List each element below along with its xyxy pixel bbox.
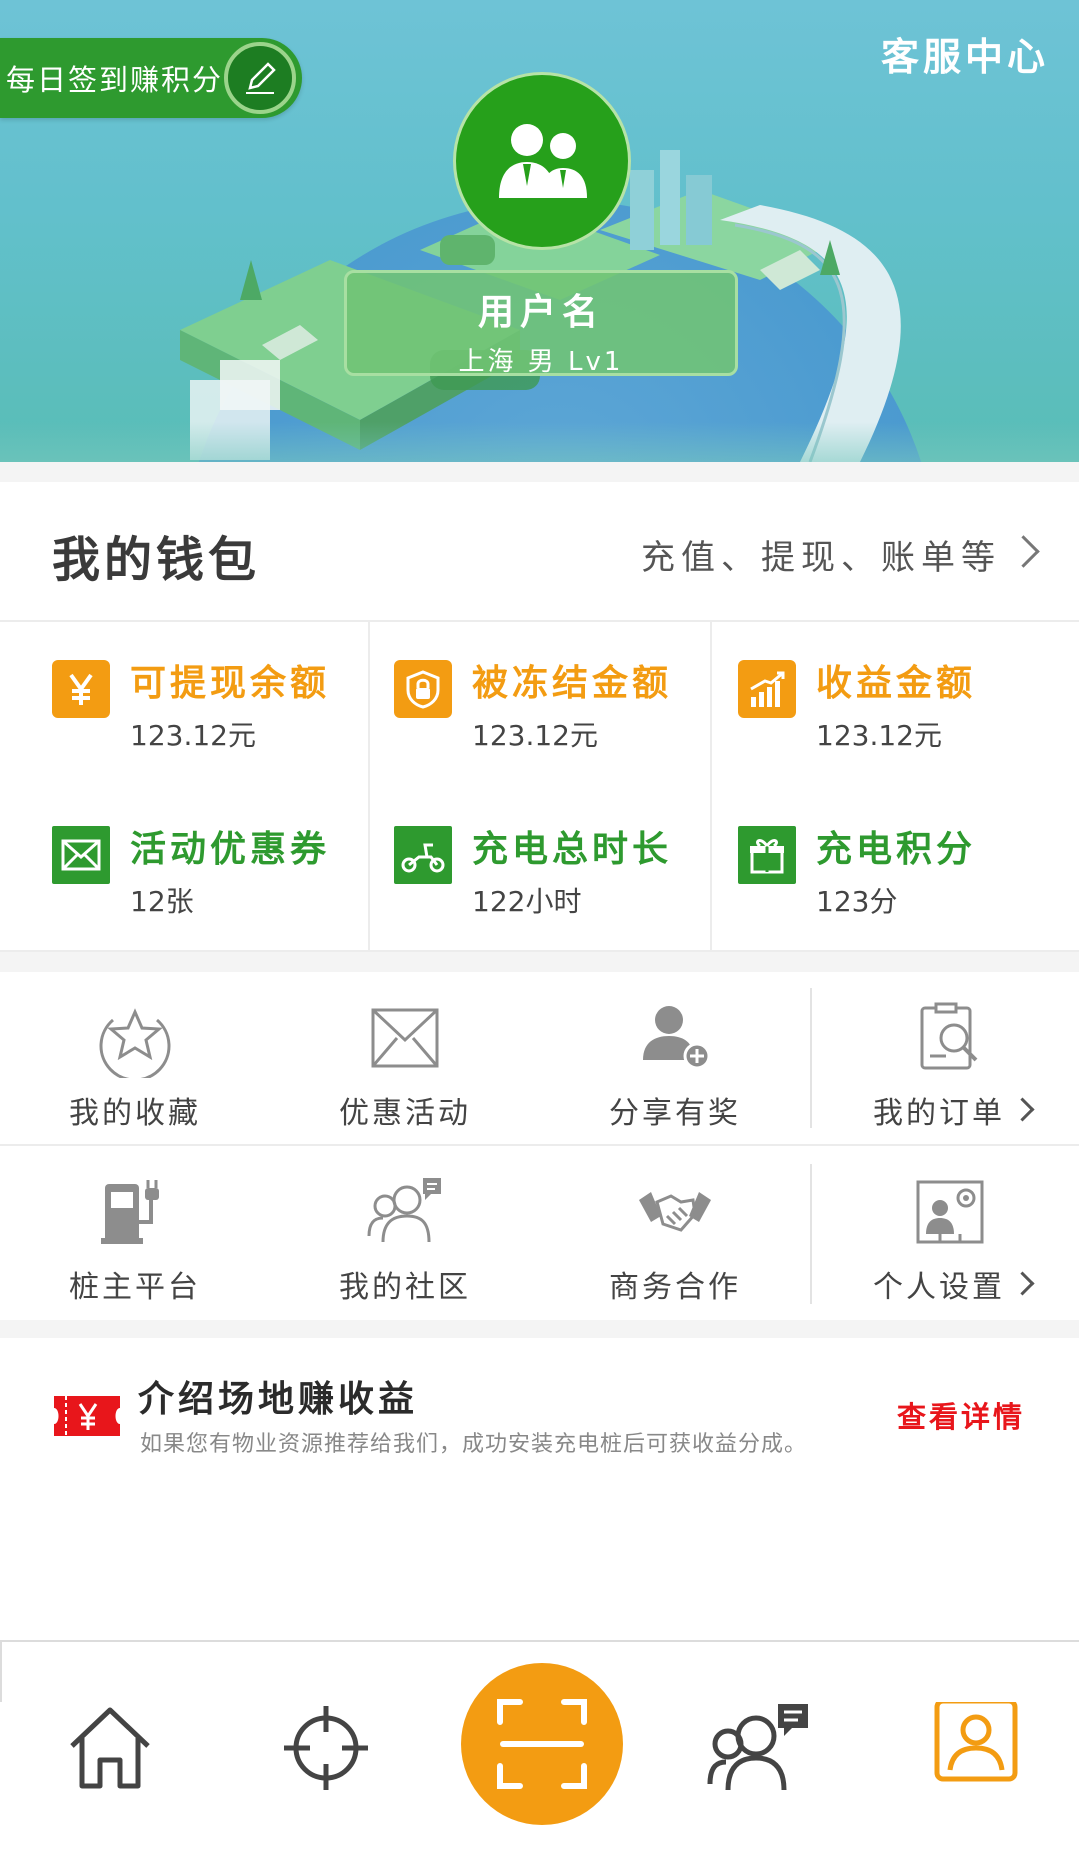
menu-my-favorites[interactable]: 我的收藏 bbox=[0, 972, 270, 1144]
divider bbox=[0, 952, 1079, 972]
scan-button[interactable] bbox=[461, 1663, 623, 1825]
view-details-link[interactable]: 查看详情 bbox=[897, 1394, 1025, 1436]
wallet-cell-coupons[interactable]: 活动优惠券 12张 bbox=[0, 788, 368, 954]
nav-locate[interactable] bbox=[276, 1698, 376, 1798]
nav-home[interactable] bbox=[60, 1698, 160, 1798]
scooter-icon bbox=[394, 826, 452, 884]
users-icon bbox=[499, 124, 587, 198]
order-search-icon bbox=[920, 1002, 978, 1070]
wallet-cell-frozen[interactable]: 被冻结金额 123.12元 bbox=[370, 622, 710, 788]
wallet-title: 我的钱包 bbox=[52, 532, 261, 588]
user-meta: 上海 男 Lv1 bbox=[458, 347, 624, 377]
wallet-cell-value: 12张 bbox=[130, 885, 194, 918]
scan-icon bbox=[497, 1699, 587, 1789]
community-icon bbox=[367, 1178, 441, 1243]
yen-icon bbox=[52, 660, 110, 718]
wallet-cell-value: 123.12元 bbox=[130, 719, 256, 752]
wallet-cell-title: 充电总时长 bbox=[472, 829, 673, 870]
home-icon bbox=[70, 1707, 150, 1789]
charging-station-icon bbox=[101, 1180, 159, 1244]
menu-share-reward[interactable]: 分享有奖 bbox=[540, 972, 810, 1144]
add-user-icon bbox=[643, 1006, 711, 1070]
wallet-actions-link[interactable]: 充值、提现、账单等 bbox=[641, 530, 1001, 579]
nav-profile[interactable] bbox=[934, 1698, 1018, 1782]
customer-service-link[interactable]: 客服中心 bbox=[881, 26, 1049, 81]
pencil-icon bbox=[224, 42, 296, 114]
checkin-label: 每日签到赚积分 bbox=[6, 63, 224, 97]
menu-label: 分享有奖 bbox=[609, 1096, 741, 1131]
wallet-cell-withdrawable[interactable]: 可提现余额 123.12元 bbox=[0, 622, 368, 788]
wallet-cell-value: 122小时 bbox=[472, 885, 582, 918]
menu-row-2: 桩主平台 我的社区 商务合作 个人设置 bbox=[0, 1146, 1079, 1322]
wallet-header[interactable]: 我的钱包 充值、提现、账单等 bbox=[0, 482, 1079, 622]
wallet-cell-earnings[interactable]: 收益金额 123.12元 bbox=[712, 622, 1079, 788]
menu-label: 优惠活动 bbox=[339, 1096, 471, 1131]
ticket-yen-icon bbox=[54, 1396, 120, 1436]
gift-icon bbox=[738, 826, 796, 884]
star-icon bbox=[99, 1008, 171, 1078]
wallet-cell-title: 收益金额 bbox=[816, 663, 977, 704]
venue-referral-banner[interactable]: 介绍场地赚收益 如果您有物业资源推荐给我们，成功安装充电桩后可获收益分成。 查看… bbox=[0, 1338, 1079, 1458]
user-name: 用户名 bbox=[477, 292, 604, 333]
user-info-card[interactable]: 用户名 上海 男 Lv1 bbox=[344, 270, 738, 377]
menu-row-1: 我的收藏 优惠活动 分享有奖 我的订单 bbox=[0, 972, 1079, 1146]
user-avatar[interactable] bbox=[453, 72, 631, 250]
wallet-cell-points[interactable]: 充电积分 123分 bbox=[712, 788, 1079, 954]
menu-label: 我的社区 bbox=[339, 1270, 471, 1305]
promo-description: 如果您有物业资源推荐给我们，成功安装充电桩后可获收益分成。 bbox=[140, 1432, 808, 1457]
envelope-icon bbox=[371, 1008, 439, 1068]
divider bbox=[0, 1320, 1079, 1338]
wallet-cell-value: 123.12元 bbox=[472, 719, 598, 752]
coupon-envelope-icon bbox=[52, 826, 110, 884]
menu-personal-settings[interactable]: 个人设置 bbox=[810, 1146, 1079, 1318]
nav-community[interactable] bbox=[706, 1698, 816, 1798]
menu-owner-platform[interactable]: 桩主平台 bbox=[0, 1146, 270, 1318]
wallet-row-2: 活动优惠券 12张 充电总时长 122小时 充电积分 123分 bbox=[0, 788, 1079, 952]
menu-my-orders[interactable]: 我的订单 bbox=[810, 972, 1079, 1144]
profile-settings-icon bbox=[916, 1180, 984, 1244]
wallet-cell-title: 被冻结金额 bbox=[472, 663, 673, 704]
wallet-cell-value: 123.12元 bbox=[816, 719, 942, 752]
menu-my-community[interactable]: 我的社区 bbox=[270, 1146, 540, 1318]
handshake-icon bbox=[639, 1192, 711, 1232]
menu-business-cooperation[interactable]: 商务合作 bbox=[540, 1146, 810, 1318]
growth-chart-icon bbox=[738, 660, 796, 718]
lock-shield-icon bbox=[394, 660, 452, 718]
wallet-cell-charge-duration[interactable]: 充电总时长 122小时 bbox=[370, 788, 710, 954]
community-icon bbox=[707, 1704, 808, 1791]
wallet-cell-title: 可提现余额 bbox=[130, 663, 331, 704]
menu-label: 桩主平台 bbox=[69, 1270, 201, 1305]
profile-header: 每日签到赚积分 客服中心 用户名 上海 男 Lv1 bbox=[0, 0, 1079, 462]
menu-promotions[interactable]: 优惠活动 bbox=[270, 972, 540, 1144]
wallet-cell-title: 活动优惠券 bbox=[130, 829, 331, 870]
daily-checkin-button[interactable]: 每日签到赚积分 bbox=[0, 38, 302, 118]
locate-icon bbox=[284, 1706, 368, 1790]
skyline-silhouette bbox=[0, 422, 1079, 462]
promo-title: 介绍场地赚收益 bbox=[138, 1379, 419, 1420]
divider bbox=[0, 462, 1079, 482]
profile-icon bbox=[934, 1698, 1018, 1782]
wallet-cell-value: 123分 bbox=[816, 885, 898, 918]
chevron-right-icon bbox=[1007, 535, 1040, 568]
wallet-row-1: 可提现余额 123.12元 被冻结金额 123.12元 收益金额 123.12元 bbox=[0, 622, 1079, 790]
wallet-cell-title: 充电积分 bbox=[816, 829, 977, 870]
menu-label: 我的收藏 bbox=[69, 1096, 201, 1131]
menu-label: 商务合作 bbox=[609, 1270, 741, 1305]
